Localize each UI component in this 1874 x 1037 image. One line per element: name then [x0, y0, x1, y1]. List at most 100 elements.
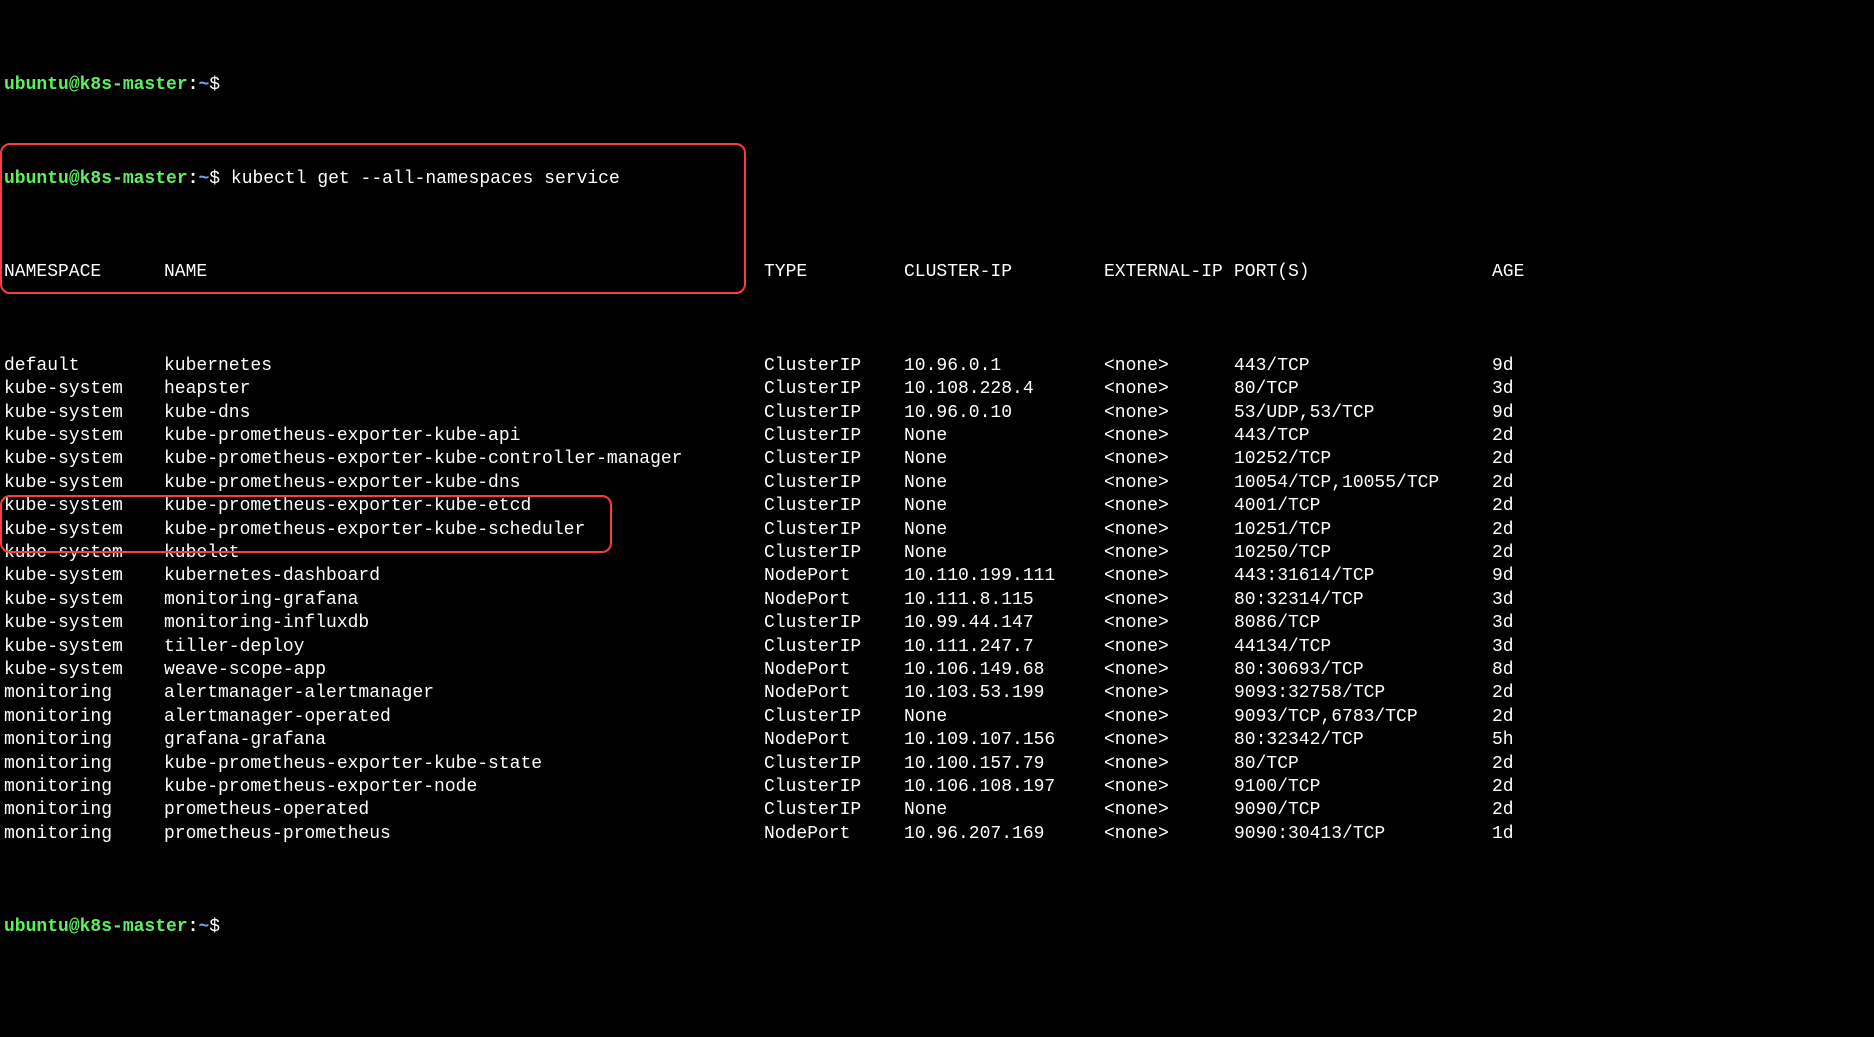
cell-cluster-ip: None: [904, 495, 1104, 518]
cell-external-ip: <none>: [1104, 682, 1234, 705]
cell-ports: 80:32342/TCP: [1234, 729, 1492, 752]
cell-name: kube-prometheus-exporter-kube-dns: [164, 472, 764, 495]
table-row: defaultkubernetesClusterIP10.96.0.1<none…: [4, 355, 1870, 378]
cell-namespace: kube-system: [4, 589, 164, 612]
cell-cluster-ip: 10.96.207.169: [904, 823, 1104, 846]
prompt-user: ubuntu: [4, 169, 69, 189]
cell-cluster-ip: 10.111.8.115: [904, 589, 1104, 612]
cell-name: monitoring-grafana: [164, 589, 764, 612]
cell-external-ip: <none>: [1104, 402, 1234, 425]
cell-age: 1d: [1492, 823, 1532, 846]
table-row: monitoringprometheus-operatedClusterIPNo…: [4, 799, 1870, 822]
cell-type: ClusterIP: [764, 706, 904, 729]
cell-ports: 44134/TCP: [1234, 636, 1492, 659]
cell-age: 2d: [1492, 542, 1532, 565]
cell-cluster-ip: 10.100.157.79: [904, 753, 1104, 776]
cell-name: kubernetes: [164, 355, 764, 378]
cell-name: kube-prometheus-exporter-kube-controller…: [164, 448, 764, 471]
cell-namespace: kube-system: [4, 472, 164, 495]
prompt-user: ubuntu: [4, 917, 69, 937]
header-name: NAME: [164, 261, 764, 284]
cell-age: 3d: [1492, 378, 1532, 401]
cell-name: kube-dns: [164, 402, 764, 425]
prompt-path: ~: [198, 75, 209, 95]
prompt-line-empty: ubuntu@k8s-master:~$: [4, 74, 1870, 97]
cell-cluster-ip: 10.109.107.156: [904, 729, 1104, 752]
cell-cluster-ip: 10.106.149.68: [904, 659, 1104, 682]
cell-namespace: kube-system: [4, 402, 164, 425]
cell-age: 2d: [1492, 448, 1532, 471]
cell-type: ClusterIP: [764, 448, 904, 471]
cell-namespace: kube-system: [4, 659, 164, 682]
cell-age: 2d: [1492, 799, 1532, 822]
cell-external-ip: <none>: [1104, 542, 1234, 565]
cell-ports: 80:32314/TCP: [1234, 589, 1492, 612]
cell-external-ip: <none>: [1104, 659, 1234, 682]
prompt-path: ~: [198, 917, 209, 937]
cell-name: weave-scope-app: [164, 659, 764, 682]
cell-age: 2d: [1492, 753, 1532, 776]
prompt-host: k8s-master: [80, 169, 188, 189]
cell-type: ClusterIP: [764, 542, 904, 565]
cell-cluster-ip: 10.99.44.147: [904, 612, 1104, 635]
cell-cluster-ip: None: [904, 425, 1104, 448]
table-row: kube-systemweave-scope-appNodePort10.106…: [4, 659, 1870, 682]
header-type: TYPE: [764, 261, 904, 284]
terminal-output[interactable]: ubuntu@k8s-master:~$ ubuntu@k8s-master:~…: [0, 0, 1874, 1037]
cell-cluster-ip: None: [904, 472, 1104, 495]
cell-age: 2d: [1492, 682, 1532, 705]
cell-namespace: kube-system: [4, 448, 164, 471]
table-row: kube-systemkube-prometheus-exporter-kube…: [4, 448, 1870, 471]
cell-type: NodePort: [764, 823, 904, 846]
cell-cluster-ip: None: [904, 519, 1104, 542]
cell-name: alertmanager-operated: [164, 706, 764, 729]
prompt-at: @: [69, 917, 80, 937]
cell-age: 2d: [1492, 495, 1532, 518]
cell-ports: 10252/TCP: [1234, 448, 1492, 471]
prompt-line-after: ubuntu@k8s-master:~$: [4, 916, 1870, 939]
cell-age: 9d: [1492, 355, 1532, 378]
cell-type: NodePort: [764, 729, 904, 752]
header-ports: PORT(S): [1234, 261, 1492, 284]
prompt-dollar: $: [209, 917, 220, 937]
cell-ports: 10250/TCP: [1234, 542, 1492, 565]
cell-type: NodePort: [764, 565, 904, 588]
cell-type: ClusterIP: [764, 612, 904, 635]
prompt-at: @: [69, 75, 80, 95]
cell-cluster-ip: None: [904, 542, 1104, 565]
cell-name: prometheus-operated: [164, 799, 764, 822]
cell-type: ClusterIP: [764, 753, 904, 776]
cell-external-ip: <none>: [1104, 472, 1234, 495]
table-row: monitoringgrafana-grafanaNodePort10.109.…: [4, 729, 1870, 752]
cell-name: heapster: [164, 378, 764, 401]
table-row: monitoringprometheus-prometheusNodePort1…: [4, 823, 1870, 846]
cell-namespace: kube-system: [4, 495, 164, 518]
cell-name: kube-prometheus-exporter-kube-etcd: [164, 495, 764, 518]
cell-ports: 443/TCP: [1234, 425, 1492, 448]
cell-type: ClusterIP: [764, 799, 904, 822]
cell-external-ip: <none>: [1104, 448, 1234, 471]
cell-type: ClusterIP: [764, 425, 904, 448]
table-row: kube-systemkube-dnsClusterIP10.96.0.10<n…: [4, 402, 1870, 425]
cell-age: 3d: [1492, 589, 1532, 612]
cell-ports: 9093/TCP,6783/TCP: [1234, 706, 1492, 729]
cell-cluster-ip: 10.111.247.7: [904, 636, 1104, 659]
cell-namespace: kube-system: [4, 636, 164, 659]
cell-name: monitoring-influxdb: [164, 612, 764, 635]
cell-type: ClusterIP: [764, 402, 904, 425]
prompt-colon: :: [188, 75, 199, 95]
cell-cluster-ip: 10.108.228.4: [904, 378, 1104, 401]
cell-namespace: monitoring: [4, 799, 164, 822]
cell-namespace: kube-system: [4, 542, 164, 565]
cell-ports: 443:31614/TCP: [1234, 565, 1492, 588]
cell-age: 9d: [1492, 565, 1532, 588]
cell-name: kube-prometheus-exporter-kube-api: [164, 425, 764, 448]
cell-ports: 10054/TCP,10055/TCP: [1234, 472, 1492, 495]
cell-type: ClusterIP: [764, 355, 904, 378]
cell-namespace: monitoring: [4, 706, 164, 729]
cell-type: NodePort: [764, 682, 904, 705]
cell-age: 2d: [1492, 472, 1532, 495]
command-text: kubectl get --all-namespaces service: [231, 169, 620, 189]
cell-ports: 443/TCP: [1234, 355, 1492, 378]
cell-name: tiller-deploy: [164, 636, 764, 659]
